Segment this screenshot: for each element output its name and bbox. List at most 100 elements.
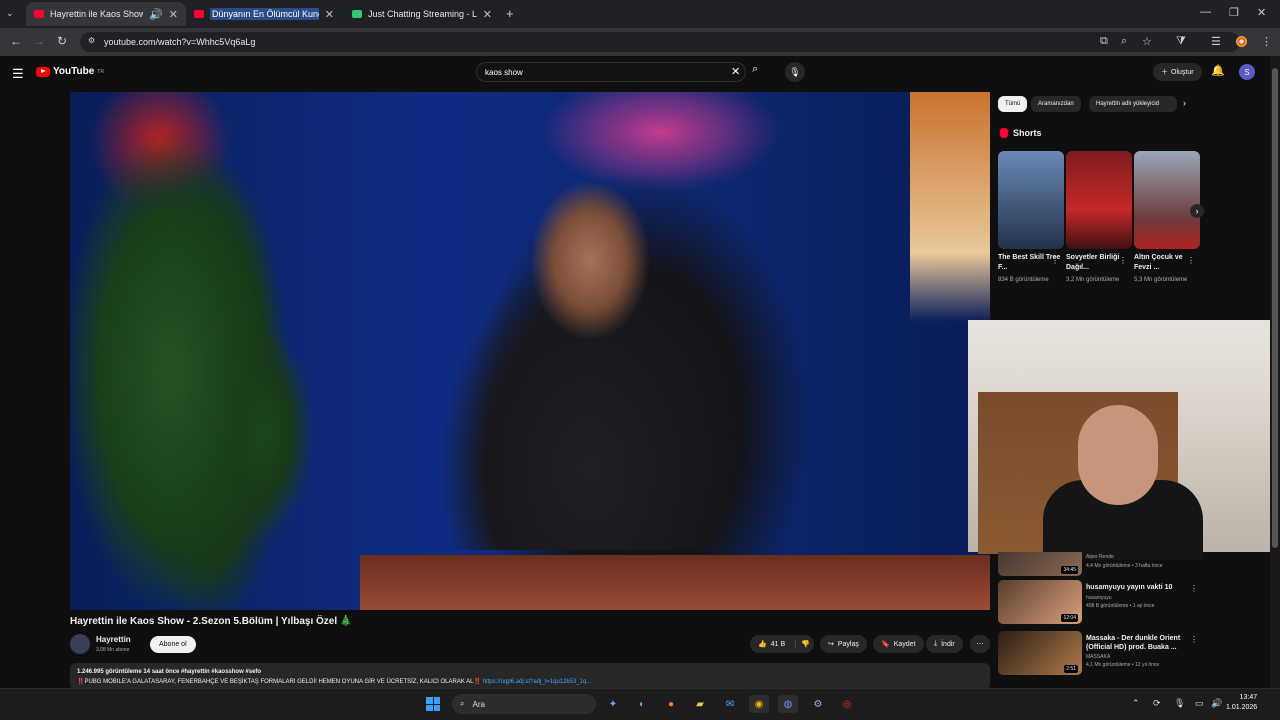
recommendation-item[interactable]: 2:51 Massaka - Der dunkle Orient (Offici… xyxy=(998,631,1198,675)
shorts-heading-text: Shorts xyxy=(1013,128,1042,138)
shorts-next-icon[interactable]: › xyxy=(1190,204,1204,218)
chip-uploader[interactable]: Hayrettin adlı yükleyicid xyxy=(1089,96,1177,112)
subscriber-count: 3,08 Mn abone xyxy=(96,647,130,653)
recommendation-item[interactable]: 12:04 husamyuyu yayın vakti 10 husamyuyu… xyxy=(998,580,1198,624)
url-text: youtube.com/watch?v=Whhc5Vq6aLg xyxy=(104,37,256,47)
tab-list-icon[interactable]: ⌄ xyxy=(6,8,14,19)
reading-list-icon[interactable]: ☰ xyxy=(1211,35,1221,48)
subscribe-button[interactable]: Abone ol xyxy=(150,636,196,653)
edge-icon[interactable]: ◐ xyxy=(632,695,652,713)
minimize-icon[interactable]: — xyxy=(1200,6,1211,18)
short-views: 834 B görüntüleme xyxy=(998,277,1049,283)
scrollbar-thumb[interactable] xyxy=(1272,68,1278,548)
hamburger-menu-icon[interactable]: ☰ xyxy=(12,66,24,82)
tab-kaos-show[interactable]: Hayrettin ile Kaos Show - 2. 🔊 ✕ xyxy=(26,2,186,26)
share-button[interactable]: ↪ Paylaş xyxy=(820,635,867,653)
taskbar-clock[interactable]: 13:47 1.01.2026 xyxy=(1226,693,1257,713)
account-avatar[interactable]: S xyxy=(1239,64,1255,80)
short-views: 5,3 Mn görüntüleme xyxy=(1134,277,1188,283)
shorts-heading: Shorts xyxy=(1000,128,1042,138)
volume-icon[interactable]: 🔊 xyxy=(1211,698,1222,709)
extensions-icon[interactable]: ⧩ xyxy=(1176,35,1186,48)
download-button[interactable]: ⤓ İndir xyxy=(926,635,963,653)
app-icon[interactable]: ◎ xyxy=(837,695,857,713)
site-info-icon[interactable]: ⚙ xyxy=(88,36,95,45)
rec-menu-icon[interactable]: ⋮ xyxy=(1190,584,1198,593)
forward-icon[interactable]: → xyxy=(33,34,45,48)
download-label: İndir xyxy=(941,640,955,648)
save-button[interactable]: 🔖 Kaydet xyxy=(873,635,924,653)
cast-icon[interactable]: ⧉ xyxy=(1100,35,1108,48)
tab-just-chatting[interactable]: Just Chatting Streaming - Live ✕ xyxy=(344,2,500,26)
like-dislike-group: 👍 41 B 👎 xyxy=(750,635,814,653)
christmas-tree-scene xyxy=(70,92,320,610)
audio-icon[interactable]: 🔊 xyxy=(149,8,163,21)
youtube-play-icon xyxy=(36,66,50,77)
search-input[interactable]: kaos show xyxy=(476,62,746,82)
like-count[interactable]: 41 B xyxy=(771,641,785,648)
short-menu-icon[interactable]: ⋮ xyxy=(1187,256,1195,265)
close-window-icon[interactable]: ✕ xyxy=(1257,6,1266,19)
dislike-icon[interactable]: 👎 xyxy=(795,640,810,648)
profile-avatar-icon[interactable] xyxy=(1236,36,1247,47)
microphone-tray-icon[interactable]: 🎙 xyxy=(1174,698,1185,709)
reload-icon[interactable]: ↻ xyxy=(57,34,67,48)
short-menu-icon[interactable]: ⋮ xyxy=(1051,256,1059,265)
description-box[interactable]: 1.246.995 görüntüleme 14 saat önce #hayr… xyxy=(70,663,990,690)
rec-meta: 4,1 Mn görüntüleme • 12 yıl önce xyxy=(1086,662,1160,668)
search-icon: ⌕ xyxy=(460,699,465,708)
chip-all[interactable]: Tümü xyxy=(998,96,1028,112)
page-scrollbar[interactable] xyxy=(1270,56,1280,688)
avatar-letter: S xyxy=(1244,67,1250,77)
create-button[interactable]: ＋ Oluştur xyxy=(1153,63,1202,81)
file-explorer-icon[interactable]: ▰ xyxy=(690,695,710,713)
tab-title: Just Chatting Streaming - Live xyxy=(368,9,477,19)
create-label: Oluştur xyxy=(1171,68,1194,76)
rec-menu-icon[interactable]: ⋮ xyxy=(1190,635,1198,644)
tab-close-icon[interactable]: ✕ xyxy=(483,8,492,21)
tray-app-icon[interactable]: ⟳ xyxy=(1153,698,1161,709)
search-icon[interactable]: ⌕ xyxy=(752,63,758,76)
back-icon[interactable]: ← xyxy=(10,34,22,48)
maximize-icon[interactable]: ❐ xyxy=(1229,6,1239,19)
browser-menu-icon[interactable]: ⋮ xyxy=(1261,35,1272,48)
discord-icon[interactable]: ◍ xyxy=(778,695,798,713)
description-link[interactable]: https://uqp6.adj.st?adj_t=1qu12k53_1q... xyxy=(483,679,592,685)
mail-icon[interactable]: ✉ xyxy=(720,695,740,713)
windows-start-icon[interactable] xyxy=(426,697,440,711)
tray-overflow-icon[interactable]: ⌃ xyxy=(1132,698,1140,709)
download-icon: ⤓ xyxy=(934,640,938,647)
youtube-logo[interactable]: YouTube TR xyxy=(36,66,104,77)
clear-search-icon[interactable]: ✕ xyxy=(731,65,740,78)
chips-next-icon[interactable]: › xyxy=(1183,98,1186,108)
taskbar-search[interactable]: ⌕ Ara xyxy=(452,694,596,714)
notifications-bell-icon[interactable]: 🔔 xyxy=(1211,64,1225,77)
short-thumbnail xyxy=(998,151,1064,249)
youtube-favicon-icon xyxy=(194,10,204,18)
chrome-icon[interactable]: ◉ xyxy=(749,695,769,713)
rec-channel: Alper Rende xyxy=(1086,554,1114,560)
chip-from-search[interactable]: Aramanızdan xyxy=(1031,96,1081,112)
copilot-icon[interactable]: ✦ xyxy=(603,695,623,713)
bookmark-star-icon[interactable]: ☆ xyxy=(1142,35,1152,48)
tab-close-icon[interactable]: ✕ xyxy=(325,8,334,21)
new-tab-button[interactable]: + xyxy=(506,6,514,21)
firefox-icon[interactable]: ● xyxy=(661,695,681,713)
mic-icon[interactable]: 🎙 xyxy=(785,62,805,82)
address-bar[interactable]: youtube.com/watch?v=Whhc5Vq6aLg xyxy=(80,32,1240,52)
tab-kung-fu[interactable]: Dünyanın En Ölümcül Kung Fu ✕ xyxy=(186,2,342,26)
tab-close-icon[interactable]: ✕ xyxy=(169,8,178,21)
plus-icon: ＋ xyxy=(1161,69,1168,76)
kick-favicon-icon xyxy=(352,10,362,18)
rec-meta: 4,4 Mn görüntüleme • 3 hafta önce xyxy=(1086,563,1163,569)
like-icon[interactable]: 👍 xyxy=(758,640,767,648)
network-icon[interactable]: ▭ xyxy=(1195,698,1204,709)
settings-icon[interactable]: ⚙ xyxy=(808,695,828,713)
channel-avatar[interactable] xyxy=(70,634,90,654)
more-actions-icon[interactable]: ⋯ xyxy=(970,635,990,653)
channel-name[interactable]: Hayrettin xyxy=(96,635,131,644)
short-views: 3,2 Mn görüntüleme xyxy=(1066,277,1120,283)
zoom-icon[interactable]: ⌕ xyxy=(1121,35,1127,48)
recommendation-item[interactable]: 34:45 Alper Rende 4,4 Mn görüntüleme • 3… xyxy=(998,552,1198,576)
short-menu-icon[interactable]: ⋮ xyxy=(1119,256,1127,265)
